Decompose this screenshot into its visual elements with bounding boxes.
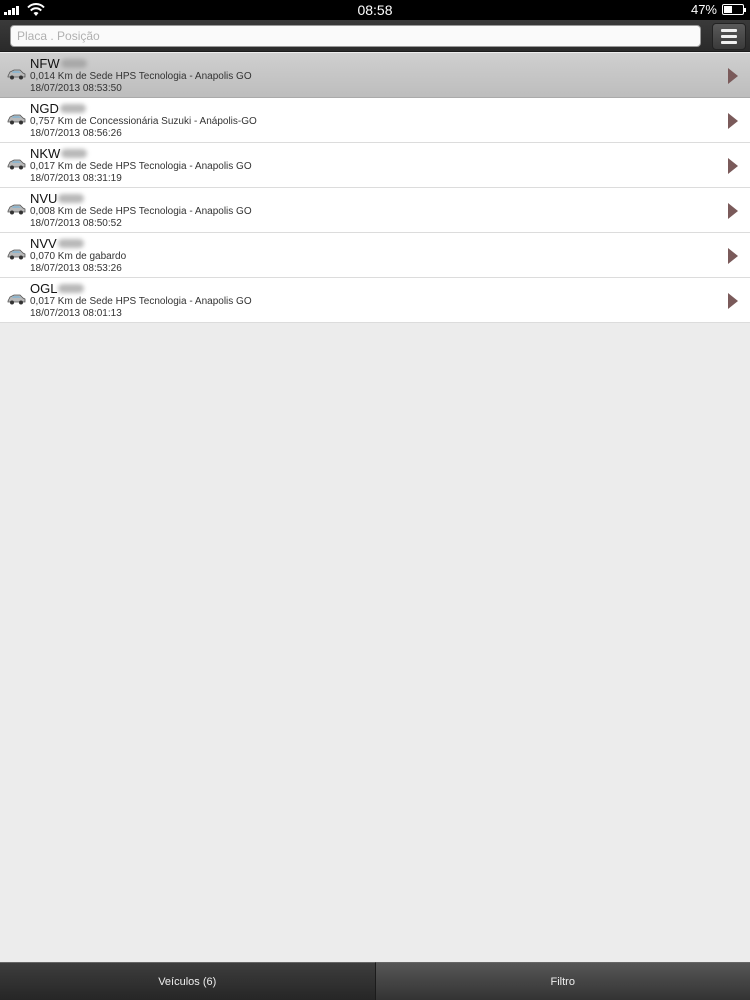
tab-vehicles-label: Veículos (6) — [158, 975, 217, 988]
plate-redaction — [60, 59, 87, 68]
car-icon — [6, 202, 26, 216]
vehicle-plate-text: NGD — [30, 101, 59, 116]
vehicle-location: 0,070 Km de gabardo — [30, 251, 127, 262]
vehicle-row[interactable]: NKW 0,017 Km de Sede HPS Tecnologia - Ana… — [0, 143, 750, 188]
vehicle-plate-text: NVV — [30, 236, 57, 251]
status-bar: 08:58 47% — [0, 0, 750, 20]
battery-percent: 47% — [690, 2, 717, 17]
vehicle-plate: NVU — [30, 191, 85, 206]
vehicle-plate: NVV — [30, 236, 84, 251]
plate-redaction — [58, 194, 85, 203]
chevron-right-icon — [728, 203, 738, 219]
status-time: 08:58 — [357, 2, 393, 18]
chevron-right-icon — [728, 293, 738, 309]
search-input[interactable] — [10, 25, 701, 47]
tab-filter[interactable]: Filtro — [374, 962, 750, 1000]
menu-button[interactable] — [712, 23, 746, 50]
vehicle-plate-text: NFW — [30, 56, 60, 71]
vehicle-timestamp: 18/07/2013 08:53:50 — [30, 83, 122, 94]
vehicle-row[interactable]: NVV 0,070 Km de gabardo 18/07/2013 08:53:2… — [0, 233, 750, 278]
vehicle-timestamp: 18/07/2013 08:01:13 — [30, 308, 122, 319]
vehicle-row[interactable]: OGL 0,017 Km de Sede HPS Tecnologia - Ana… — [0, 278, 750, 323]
vehicle-location: 0,757 Km de Concessionária Suzuki - Anáp… — [30, 116, 257, 127]
vehicle-timestamp: 18/07/2013 08:56:26 — [30, 128, 122, 139]
vehicle-plate-text: NVU — [30, 191, 58, 206]
tab-bar: Veículos (6) Filtro — [0, 962, 750, 1000]
vehicle-location: 0,008 Km de Sede HPS Tecnologia - Anapol… — [30, 206, 252, 217]
car-icon — [6, 67, 26, 81]
vehicle-plate-text: OGL — [30, 281, 58, 296]
plate-redaction — [57, 239, 84, 248]
plate-redaction — [58, 284, 85, 293]
menu-icon-line — [721, 35, 737, 38]
vehicle-row[interactable]: NVU 0,008 Km de Sede HPS Tecnologia - Ana… — [0, 188, 750, 233]
car-icon — [6, 157, 26, 171]
search-bar — [0, 20, 750, 52]
car-icon — [6, 112, 26, 126]
plate-redaction — [59, 104, 86, 113]
vehicle-plate: NFW — [30, 56, 87, 71]
vehicle-location: 0,017 Km de Sede HPS Tecnologia - Anapol… — [30, 296, 252, 307]
vehicle-row[interactable]: NFW 0,014 Km de Sede HPS Tecnologia - Ana… — [0, 53, 750, 98]
vehicle-plate-text: NKW — [30, 146, 61, 161]
vehicle-timestamp: 18/07/2013 08:50:52 — [30, 218, 122, 229]
chevron-right-icon — [728, 158, 738, 174]
chevron-right-icon — [728, 248, 738, 264]
plate-redaction — [61, 149, 88, 158]
vehicle-timestamp: 18/07/2013 08:31:19 — [30, 173, 122, 184]
tab-vehicles[interactable]: Veículos (6) — [0, 962, 375, 1000]
menu-icon-line — [721, 29, 737, 32]
car-icon — [6, 247, 26, 261]
battery-fill — [724, 6, 733, 13]
vehicle-row[interactable]: NGD 0,757 Km de Concessionária Suzuki - A… — [0, 98, 750, 143]
vehicle-plate: NGD — [30, 101, 86, 116]
status-right: 47% — [690, 2, 746, 17]
battery-icon — [722, 4, 746, 15]
vehicle-plate: OGL — [30, 281, 85, 296]
vehicle-timestamp: 18/07/2013 08:53:26 — [30, 263, 122, 274]
vehicle-location: 0,017 Km de Sede HPS Tecnologia - Anapol… — [30, 161, 252, 172]
chevron-right-icon — [728, 113, 738, 129]
menu-icon-line — [721, 41, 737, 44]
car-icon — [6, 292, 26, 306]
vehicle-list: NFW 0,014 Km de Sede HPS Tecnologia - Ana… — [0, 53, 750, 323]
vehicle-location: 0,014 Km de Sede HPS Tecnologia - Anapol… — [30, 71, 252, 82]
chevron-right-icon — [728, 68, 738, 84]
vehicle-plate: NKW — [30, 146, 88, 161]
tab-filter-label: Filtro — [550, 975, 575, 988]
